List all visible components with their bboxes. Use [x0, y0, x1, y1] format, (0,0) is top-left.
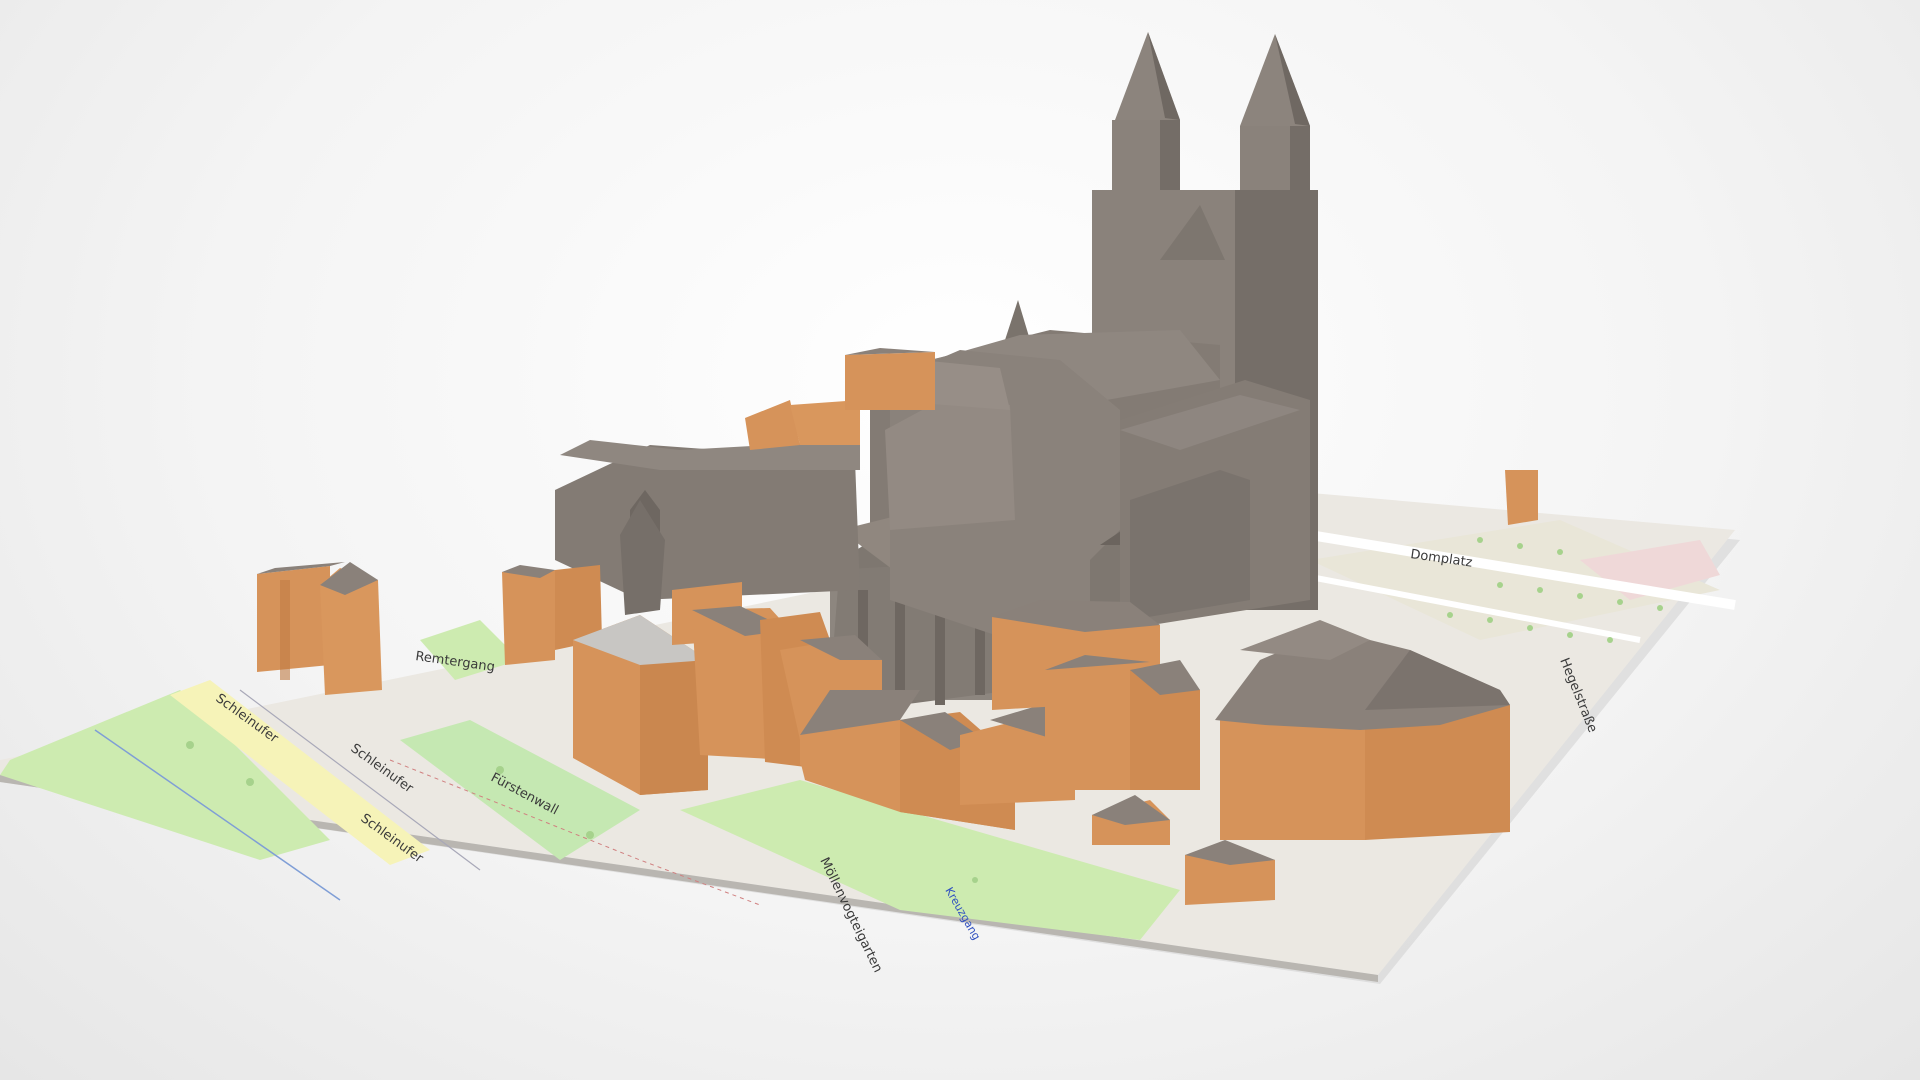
cathedral-model — [555, 32, 1318, 707]
cathedral-3d-map-scene: Schleinufer Schleinufer Schleinufer Fürs… — [0, 32, 1740, 984]
building-left-1 — [257, 562, 382, 695]
crossing-spire — [1005, 300, 1030, 340]
